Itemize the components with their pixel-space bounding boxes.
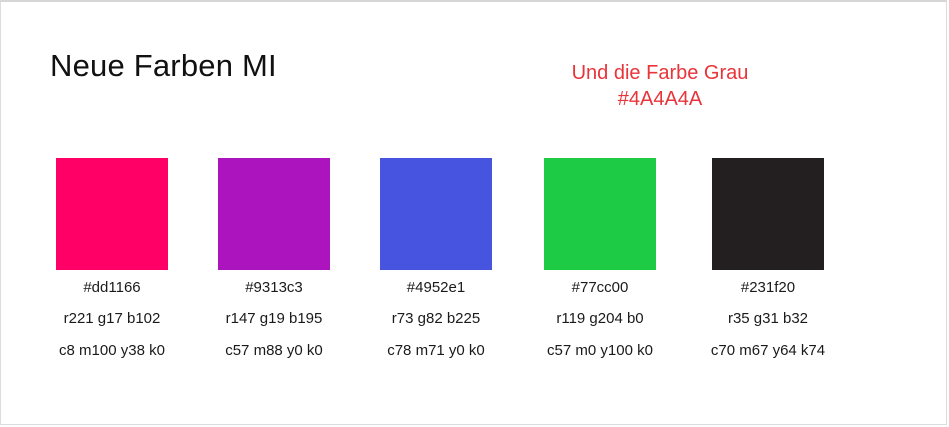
swatch-rgb-value: r147 g19 b195 <box>225 310 323 327</box>
swatch-hex-value: #4952e1 <box>406 279 466 296</box>
color-swatch <box>380 158 492 270</box>
color-swatch-card: #4952e1 r73 g82 b225 c78 m71 y0 k0 <box>346 158 526 360</box>
swatch-hex-value: #77cc00 <box>571 279 629 296</box>
color-swatch <box>56 158 168 270</box>
grey-color-note-text: Und die Farbe Grau <box>571 62 749 84</box>
swatch-rgb-value: r221 g17 b102 <box>63 310 161 327</box>
page-title: Neue Farben MI <box>50 48 277 83</box>
color-swatch <box>218 158 330 270</box>
color-swatch <box>712 158 824 270</box>
color-swatch-card: #231f20 r35 g31 b32 c70 m67 y64 k74 <box>678 158 858 360</box>
swatch-rgb-value: r119 g204 b0 <box>556 310 644 327</box>
swatch-cmyk-value: c78 m71 y0 k0 <box>387 342 485 359</box>
color-swatch <box>544 158 656 270</box>
swatch-cmyk-value: c8 m100 y38 k0 <box>59 342 165 359</box>
grey-color-note: Und die Farbe Grau #4A4A4A <box>520 60 800 112</box>
grey-color-note-hex: #4A4A4A <box>617 88 703 110</box>
swatch-cmyk-value: c57 m0 y100 k0 <box>547 342 653 359</box>
color-swatch-card: #dd1166 r221 g17 b102 c8 m100 y38 k0 <box>22 158 202 360</box>
swatch-rgb-value: r35 g31 b32 <box>727 310 809 327</box>
color-swatch-card: #77cc00 r119 g204 b0 c57 m0 y100 k0 <box>510 158 690 360</box>
swatch-cmyk-value: c70 m67 y64 k74 <box>710 342 826 359</box>
color-swatch-card: #9313c3 r147 g19 b195 c57 m88 y0 k0 <box>184 158 364 360</box>
swatch-rgb-value: r73 g82 b225 <box>391 310 481 327</box>
swatch-hex-value: #dd1166 <box>83 279 141 296</box>
swatch-hex-value: #9313c3 <box>245 279 303 296</box>
swatch-hex-value: #231f20 <box>740 279 796 296</box>
swatch-cmyk-value: c57 m88 y0 k0 <box>225 342 323 359</box>
